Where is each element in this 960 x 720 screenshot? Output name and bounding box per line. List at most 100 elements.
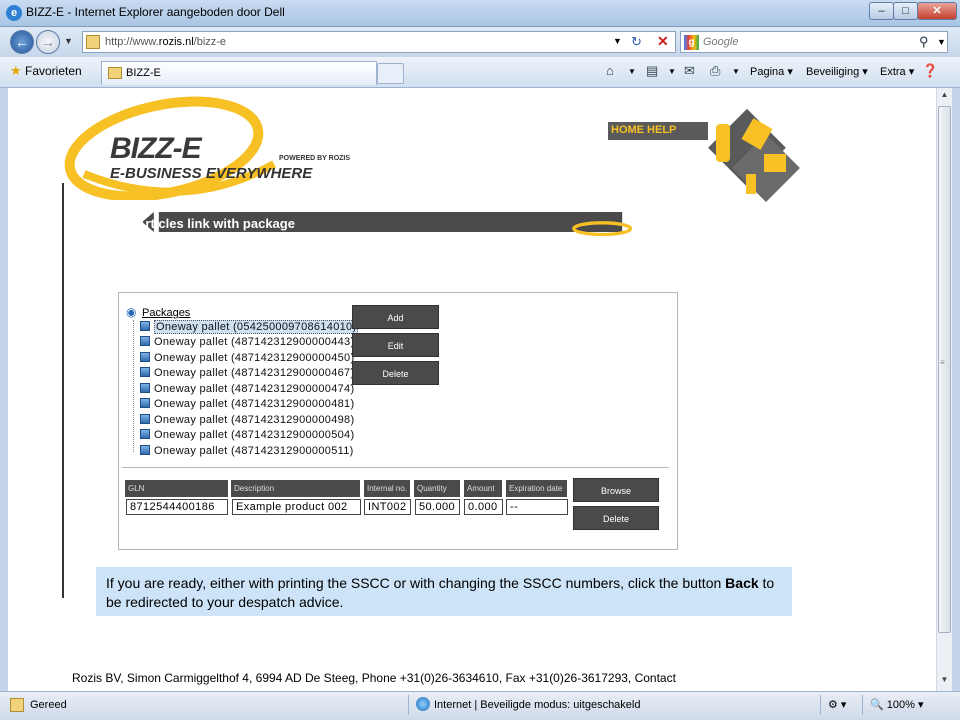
favorites-button[interactable]: ★ Favorieten xyxy=(10,63,82,79)
description-field[interactable]: Example product 002 xyxy=(232,499,361,515)
tree-item-label: Oneway pallet (487142312900000467) xyxy=(154,367,355,379)
close-window-button[interactable]: ✕ xyxy=(917,2,957,20)
minimize-button[interactable]: – xyxy=(869,2,894,20)
quantity-field[interactable]: 50.000 xyxy=(415,499,460,515)
expiration-date-field[interactable]: -- xyxy=(506,499,568,515)
internal-no-field[interactable]: INT002 xyxy=(364,499,411,515)
tree-item[interactable]: Oneway pallet (487142312900000450) xyxy=(140,352,354,364)
google-icon: g xyxy=(684,35,699,50)
note-back-keyword: Back xyxy=(725,575,759,591)
search-icon[interactable]: ⚲ xyxy=(919,34,929,50)
status-bar: Gereed Internet | Beveiligde modus: uitg… xyxy=(0,691,960,720)
help-icon[interactable]: ❓ xyxy=(922,63,938,79)
package-icon xyxy=(140,429,150,439)
page-title: Articles link with package xyxy=(136,216,295,231)
home-dropdown-icon[interactable]: ▼ xyxy=(628,67,636,76)
popup-blocker-icon[interactable]: ⚙ ▾ xyxy=(828,698,846,711)
search-placeholder[interactable]: Google xyxy=(703,36,738,48)
history-dropdown-icon[interactable]: ▼ xyxy=(64,36,73,46)
zoom-value: 100% xyxy=(886,699,915,711)
feeds-icon[interactable]: ▤ xyxy=(646,63,658,79)
delete-package-button[interactable]: Delete xyxy=(352,361,439,385)
page-menu[interactable]: Pagina ▾ xyxy=(750,65,793,78)
column-header-expiration-date: Expiration date xyxy=(506,480,568,497)
navigation-bar: ← → ▼ http://www.rozis.nl/bizz-e ▼ ↻ ✕ g… xyxy=(0,27,960,57)
print-icon[interactable]: ⎙ xyxy=(710,63,720,79)
forward-button[interactable]: → xyxy=(36,30,60,54)
panel-divider xyxy=(122,467,669,468)
window-title: BIZZ-E - Internet Explorer aangeboden do… xyxy=(26,5,285,19)
mail-icon[interactable]: ✉ xyxy=(684,63,695,79)
edit-button[interactable]: Edit xyxy=(352,333,439,357)
column-header-internal-no: Internal no. xyxy=(364,480,411,497)
tree-item[interactable]: Oneway pallet (054250009708614010) xyxy=(140,320,359,334)
status-separator xyxy=(820,695,821,715)
address-url[interactable]: http://www.rozis.nl/bizz-e xyxy=(105,36,226,48)
status-text: Gereed xyxy=(30,699,67,711)
url-prefix: http://www. xyxy=(105,36,159,48)
maximize-button[interactable]: □ xyxy=(893,2,918,20)
search-dropdown-icon[interactable]: ▼ xyxy=(937,37,946,47)
scroll-grip-icon: ≡ xyxy=(940,358,945,367)
feeds-dropdown-icon[interactable]: ▼ xyxy=(668,67,676,76)
tree-item[interactable]: Oneway pallet (487142312900000467) xyxy=(140,367,354,379)
tree-item-label: Oneway pallet (487142312900000511) xyxy=(154,445,354,457)
amount-field[interactable]: 0.000 xyxy=(464,499,503,515)
globe-icon xyxy=(416,697,430,711)
package-icon xyxy=(140,383,150,393)
url-path: /bizz-e xyxy=(193,36,227,48)
print-dropdown-icon[interactable]: ▼ xyxy=(732,67,740,76)
stop-icon[interactable]: ✕ xyxy=(657,33,669,50)
column-header-gln: GLN xyxy=(125,480,229,497)
page-icon xyxy=(108,67,122,79)
packages-root-icon: ◉ xyxy=(126,305,137,319)
tree-root-packages[interactable]: Packages xyxy=(142,307,190,319)
column-header-description: Description xyxy=(231,480,361,497)
package-icon xyxy=(140,445,150,455)
star-icon: ★ xyxy=(10,63,22,78)
delete-article-button[interactable]: Delete xyxy=(573,506,659,530)
status-separator xyxy=(408,695,409,715)
home-help-link[interactable]: HOME HELP xyxy=(608,122,708,140)
gln-field[interactable]: 8712544400186 xyxy=(126,499,228,515)
left-divider-line xyxy=(62,183,64,598)
tree-item[interactable]: Oneway pallet (487142312900000443) xyxy=(140,336,354,348)
tab-label: BIZZ-E xyxy=(126,67,161,79)
add-button[interactable]: Add xyxy=(352,305,439,329)
search-box[interactable]: g Google ⚲ ▼ xyxy=(680,31,948,53)
security-zone[interactable]: Internet | Beveiligde modus: uitgeschake… xyxy=(434,699,640,711)
tree-item[interactable]: Oneway pallet (487142312900000481) xyxy=(140,398,354,410)
new-tab-button[interactable] xyxy=(377,63,404,84)
url-domain: rozis.nl xyxy=(158,36,194,48)
tree-item[interactable]: Oneway pallet (487142312900000474) xyxy=(140,383,354,395)
tree-item[interactable]: Oneway pallet (487142312900000504) xyxy=(140,429,354,441)
browse-button[interactable]: Browse xyxy=(573,478,659,502)
home-help-label: HOME HELP xyxy=(611,124,677,136)
package-icon xyxy=(140,398,150,408)
scroll-thumb[interactable] xyxy=(938,106,951,633)
security-menu[interactable]: Beveiliging ▾ xyxy=(806,65,868,78)
tab-bizz-e[interactable]: BIZZ-E xyxy=(101,61,377,85)
address-bar[interactable]: http://www.rozis.nl/bizz-e ▼ ↻ ✕ xyxy=(82,31,676,53)
status-separator xyxy=(862,695,863,715)
page-menu-label: Pagina xyxy=(750,66,785,78)
bizz-e-logo[interactable] xyxy=(64,94,364,200)
internet-explorer-icon: e xyxy=(6,5,22,21)
tab-bar: ★ Favorieten BIZZ-E ⌂ ▼ ▤ ▼ ✉ ⎙ ▼ Pagina… xyxy=(0,57,960,88)
address-dropdown-icon[interactable]: ▼ xyxy=(613,36,622,46)
column-header-quantity: Quantity xyxy=(414,480,461,497)
tree-item-label: Oneway pallet (054250009708614010) xyxy=(154,320,359,334)
tree-item[interactable]: Oneway pallet (487142312900000511) xyxy=(140,445,354,457)
zoom-level[interactable]: 🔍 100% ▾ xyxy=(870,698,923,711)
tree-item[interactable]: Oneway pallet (487142312900000498) xyxy=(140,414,354,426)
vertical-scrollbar[interactable]: ▲ ≡ ▼ xyxy=(936,88,952,691)
scroll-up-icon[interactable]: ▲ xyxy=(938,90,951,103)
refresh-icon[interactable]: ↻ xyxy=(631,34,642,50)
logo-powered-by: POWERED BY ROZIS xyxy=(279,155,351,162)
tools-menu[interactable]: Extra ▾ xyxy=(880,65,914,78)
window-titlebar: e BIZZ-E - Internet Explorer aangeboden … xyxy=(0,0,960,27)
back-button[interactable]: ← xyxy=(10,30,34,54)
home-icon[interactable]: ⌂ xyxy=(606,63,614,78)
tree-item-label: Oneway pallet (487142312900000443) xyxy=(154,336,355,348)
scroll-down-icon[interactable]: ▼ xyxy=(938,675,951,688)
